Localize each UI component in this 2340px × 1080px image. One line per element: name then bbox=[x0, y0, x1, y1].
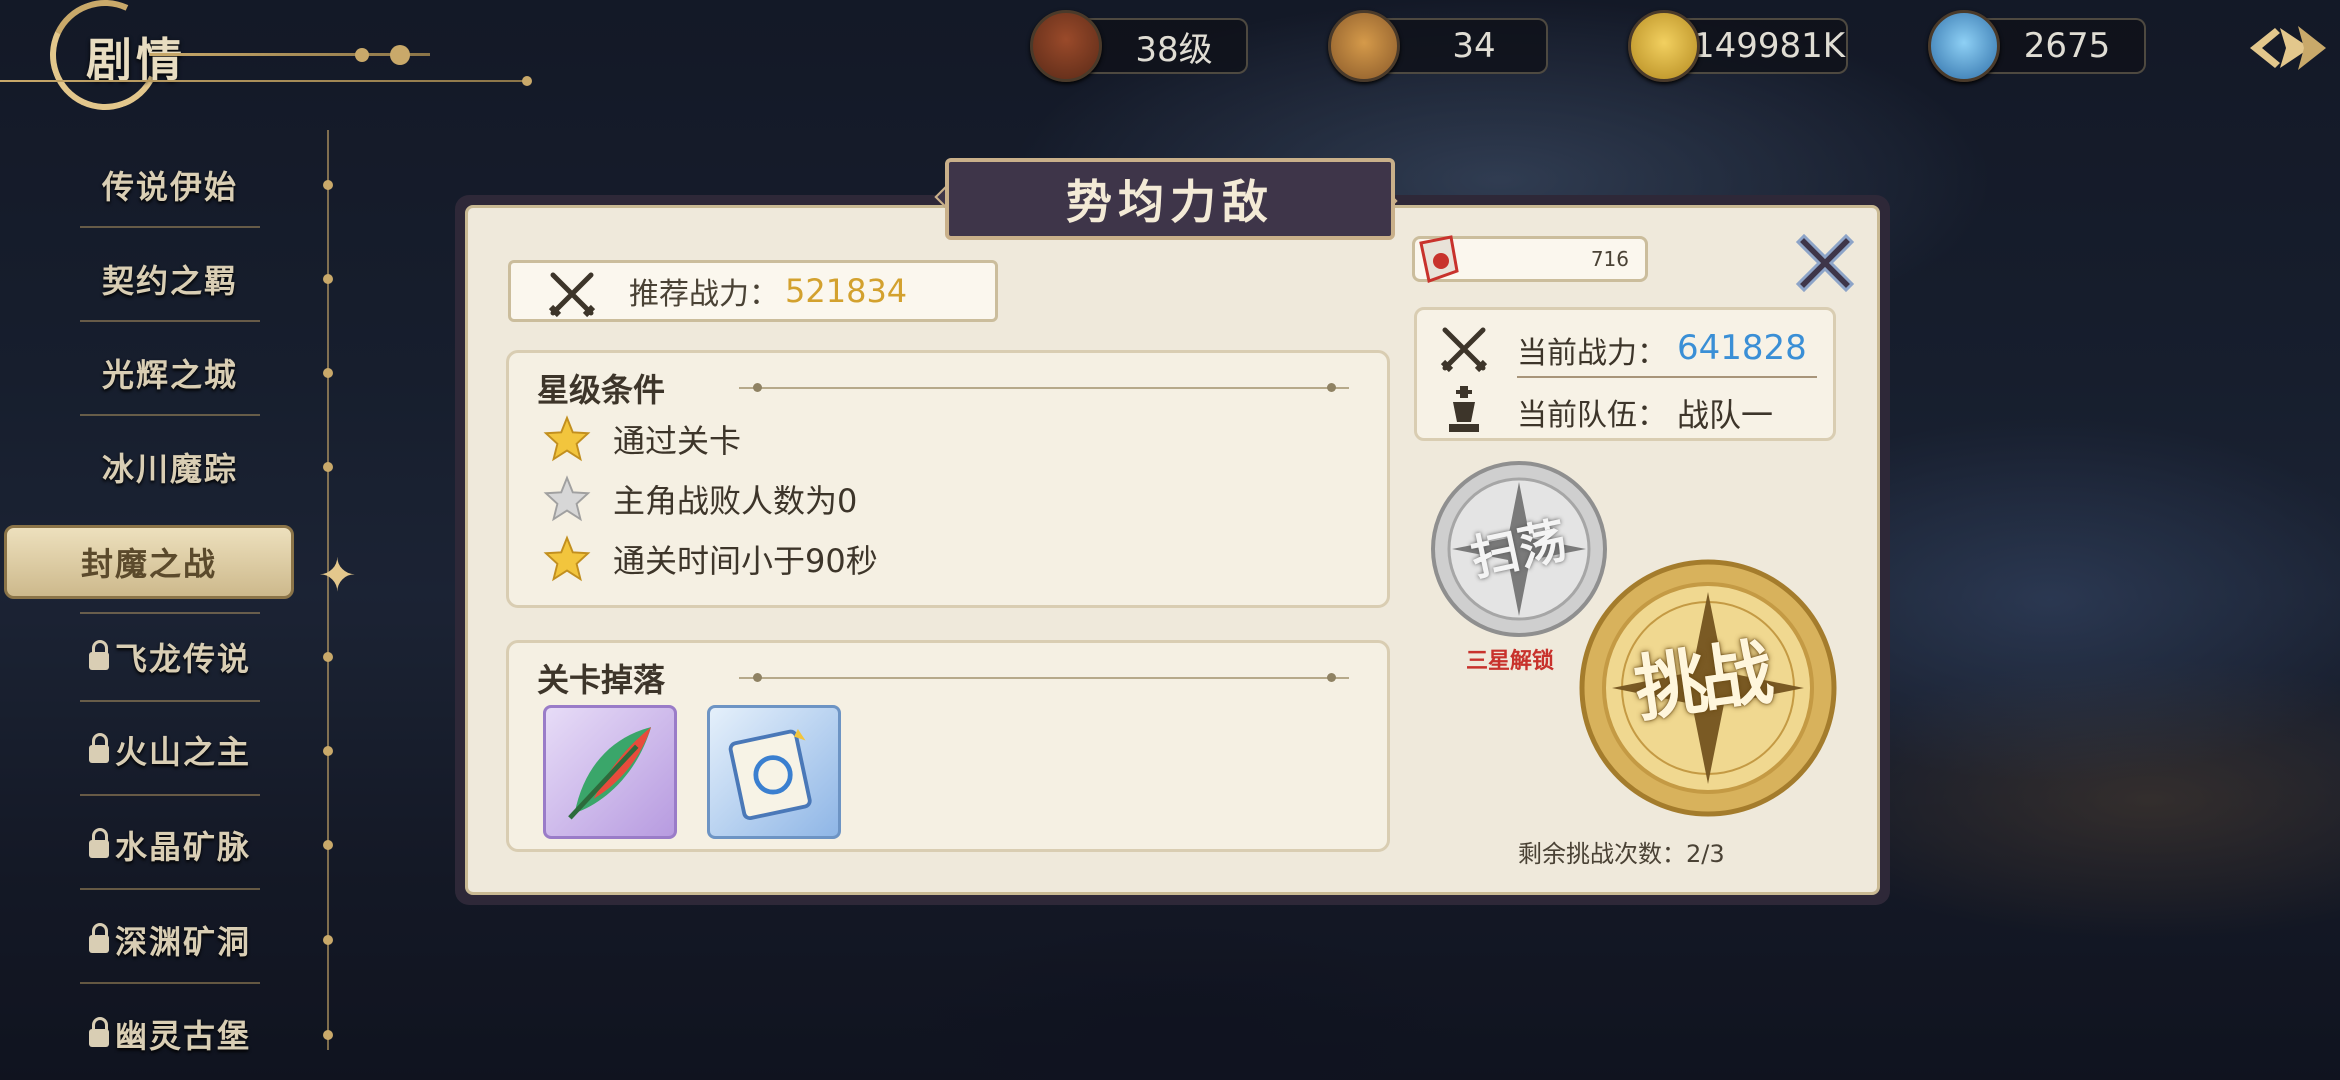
diamond-icon bbox=[1928, 10, 2000, 82]
chapter-item-locked[interactable]: 飞龙传说 bbox=[20, 620, 320, 694]
title-ornament bbox=[522, 76, 532, 86]
rail-dot bbox=[323, 652, 333, 662]
close-icon[interactable] bbox=[1790, 228, 1860, 298]
current-power-value: 641828 bbox=[1677, 328, 1807, 368]
chapter-item-active[interactable]: 封魔之战 bbox=[4, 525, 294, 599]
sweep-unlock-note: 三星解锁 bbox=[1466, 649, 1555, 674]
crossed-swords-icon bbox=[1440, 327, 1488, 373]
crossed-swords-icon bbox=[548, 272, 596, 318]
current-team-label: 当前队伍： bbox=[1517, 398, 1667, 433]
stage-drops-title: 关卡掉落 bbox=[537, 661, 666, 699]
star-conditions-title: 星级条件 bbox=[537, 371, 666, 409]
chess-king-icon bbox=[1449, 386, 1479, 432]
rail-dot bbox=[323, 462, 333, 472]
energy-box: 716 bbox=[1412, 235, 1648, 283]
chapter-item-locked[interactable]: 深渊矿洞 bbox=[20, 903, 320, 977]
title-divider bbox=[150, 53, 430, 56]
current-team-box: 当前战力： 641828 当前队伍： 战队一 bbox=[1414, 307, 1836, 441]
energy-value: 716 bbox=[1590, 247, 1629, 271]
current-team-row: 当前队伍： 战队一 bbox=[1517, 390, 1773, 436]
chapter-item-locked[interactable]: 火山之主 bbox=[20, 713, 320, 787]
skill-book-icon bbox=[728, 729, 812, 821]
chapter-divider bbox=[80, 414, 260, 416]
section-divider bbox=[739, 387, 1349, 389]
recommended-power-box: 推荐战力： 521834 bbox=[508, 260, 998, 322]
chapter-divider bbox=[80, 612, 260, 614]
challenge-button[interactable]: 挑战 bbox=[1578, 558, 1838, 818]
drop-item-feather[interactable] bbox=[543, 705, 677, 839]
gold-star-icon bbox=[543, 535, 591, 582]
story-header: 剧情 bbox=[0, 0, 540, 126]
chapter-divider bbox=[80, 794, 260, 796]
rail-dot bbox=[323, 746, 333, 756]
lock-icon bbox=[88, 1017, 109, 1047]
treasure-chest-icon bbox=[1030, 10, 1102, 82]
rail-dot bbox=[323, 180, 333, 190]
lock-icon bbox=[88, 828, 109, 858]
chapter-item[interactable]: 传说伊始 bbox=[20, 148, 320, 222]
chapter-item[interactable]: 冰川魔踪 bbox=[20, 430, 320, 504]
rail-dot bbox=[323, 274, 333, 284]
current-power-label: 当前战力： bbox=[1517, 336, 1667, 371]
drop-item-skill-book[interactable] bbox=[707, 705, 841, 839]
current-team-value: 战队一 bbox=[1677, 396, 1774, 434]
recommended-power-value: 521834 bbox=[785, 272, 908, 310]
chapter-divider bbox=[80, 982, 260, 984]
rail-dot bbox=[323, 368, 333, 378]
title-ornament bbox=[355, 48, 369, 62]
feather-icon bbox=[568, 727, 652, 820]
chapter-divider bbox=[80, 226, 260, 228]
section-divider-dot bbox=[753, 673, 762, 682]
stage-drops-panel: 关卡掉落 bbox=[506, 640, 1390, 852]
lock-icon bbox=[88, 733, 109, 763]
rail-dot bbox=[323, 840, 333, 850]
section-divider-dot bbox=[1327, 383, 1336, 392]
bread-icon bbox=[1328, 10, 1400, 82]
chapter-item[interactable]: 光辉之城 bbox=[20, 336, 320, 410]
title-divider bbox=[0, 80, 530, 82]
lock-icon bbox=[88, 923, 109, 953]
star-condition-row: 主角战败人数为0 bbox=[543, 475, 857, 523]
chapter-item-locked[interactable]: 水晶矿脉 bbox=[20, 808, 320, 882]
grey-star-icon bbox=[543, 475, 591, 522]
rail-dot bbox=[323, 1030, 333, 1040]
chapter-item-locked[interactable]: 幽灵古堡 bbox=[20, 997, 320, 1071]
gold-star-icon bbox=[543, 415, 591, 462]
chapter-divider bbox=[80, 320, 260, 322]
energy-scroll-icon bbox=[1419, 235, 1459, 283]
title-ornament bbox=[390, 45, 410, 65]
chapter-item[interactable]: 契约之羁 bbox=[20, 242, 320, 316]
dialog-title: 势均力敌 bbox=[945, 158, 1395, 240]
star-condition-row: 通关时间小于90秒 bbox=[543, 535, 878, 583]
team-divider bbox=[1517, 376, 1817, 378]
star-condition-row: 通过关卡 bbox=[543, 415, 741, 463]
current-power-row: 当前战力： 641828 bbox=[1517, 328, 1807, 372]
star-conditions-panel: 星级条件 通过关卡 主角战败人数为0 通关时间小于90秒 bbox=[506, 350, 1390, 608]
recommended-power-label: 推荐战力： bbox=[629, 277, 779, 312]
active-chapter-marker-icon: ✦ bbox=[318, 548, 357, 602]
lock-icon bbox=[88, 640, 109, 670]
section-divider-dot bbox=[1327, 673, 1336, 682]
chapter-divider bbox=[80, 888, 260, 890]
section-divider bbox=[739, 677, 1349, 679]
section-divider-dot bbox=[753, 383, 762, 392]
chapter-divider bbox=[80, 700, 260, 702]
rail-dot bbox=[323, 935, 333, 945]
exit-arrow-icon[interactable] bbox=[2240, 18, 2330, 78]
remaining-attempts: 剩余挑战次数：2/3 bbox=[1518, 840, 1725, 868]
gold-coin-icon bbox=[1628, 10, 1700, 82]
